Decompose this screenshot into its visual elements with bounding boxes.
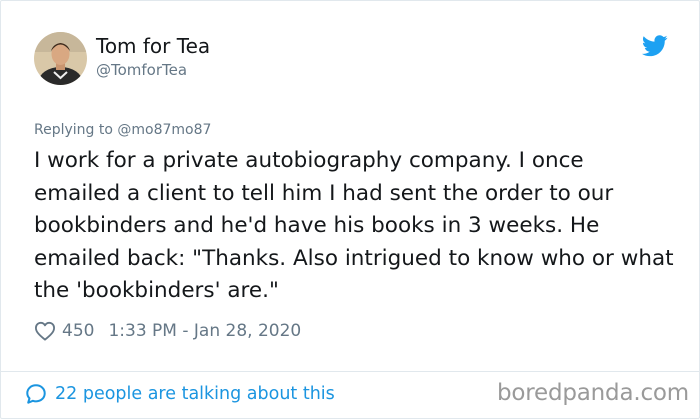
twitter-bird-icon[interactable] bbox=[642, 35, 668, 57]
user-handle[interactable]: @TomforTea bbox=[96, 61, 187, 79]
tweet-text: I work for a private autobiography compa… bbox=[34, 148, 674, 303]
divider bbox=[1, 371, 699, 372]
like-count[interactable]: 450 bbox=[62, 321, 94, 341]
replying-to-label[interactable]: Replying to @mo87mo87 bbox=[34, 122, 211, 138]
tweet-meta: 450 1:33 PM - Jan 28, 2020 bbox=[34, 319, 301, 343]
conversation-label: 22 people are talking about this bbox=[55, 384, 335, 404]
timestamp[interactable]: 1:33 PM - Jan 28, 2020 bbox=[108, 321, 301, 341]
avatar-image bbox=[34, 32, 87, 85]
display-name[interactable]: Tom for Tea bbox=[96, 34, 210, 58]
tweet-card: Tom for Tea @TomforTea Replying to @mo87… bbox=[0, 0, 700, 419]
watermark: boredpanda.com bbox=[497, 380, 689, 406]
avatar[interactable] bbox=[34, 32, 87, 85]
conversation-link[interactable]: 22 people are talking about this bbox=[25, 383, 335, 405]
speech-bubble-icon bbox=[26, 384, 46, 404]
heart-icon[interactable] bbox=[34, 321, 56, 341]
